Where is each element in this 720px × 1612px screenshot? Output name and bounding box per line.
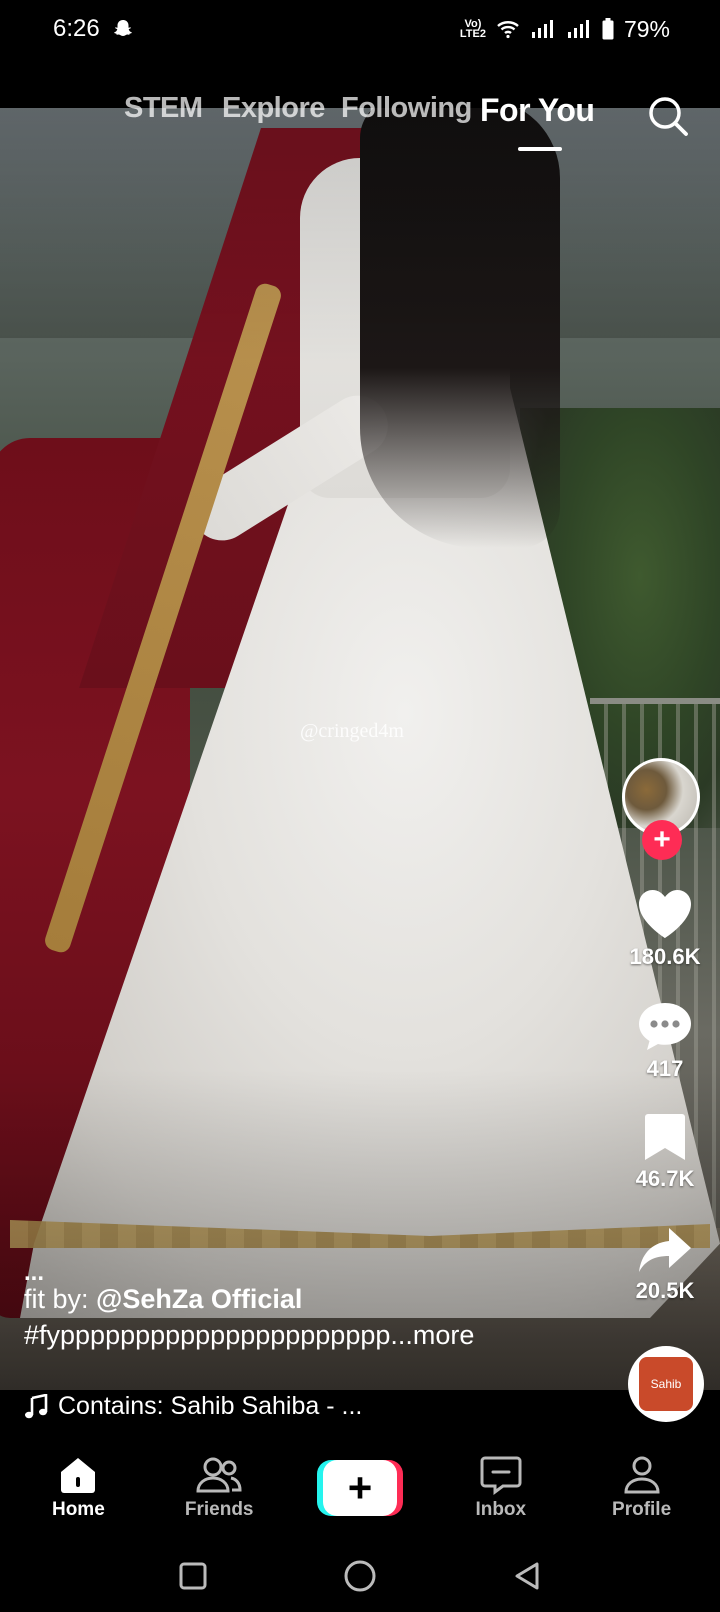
battery-icon [602,18,614,40]
search-icon[interactable] [646,94,690,138]
home-circle-icon[interactable] [343,1559,377,1593]
bookmark-icon [645,1114,685,1160]
tab-following[interactable]: Following [341,92,472,125]
nav-inbox[interactable]: Inbox [441,1455,561,1521]
tab-for-you[interactable]: For You [480,92,595,129]
status-bar: 6:26 Vo) LTE2 79% [0,0,720,58]
nav-create[interactable]: + [300,1460,420,1516]
create-button[interactable]: + [316,1460,403,1516]
home-icon [61,1458,96,1493]
follow-button[interactable]: + [642,820,682,860]
wifi-icon [497,21,519,39]
caption-mention[interactable]: @SehZa Official [96,1284,302,1314]
video-overlay-gradient [0,108,720,1390]
share-button[interactable]: 20.5K [620,1226,710,1304]
comment-icon [639,1003,691,1050]
video-watermark: @cringed4m [300,720,404,742]
video-player[interactable]: @cringed4m [0,108,720,1390]
nav-friends[interactable]: Friends [159,1455,279,1521]
share-icon [639,1228,691,1272]
music-disc[interactable]: Sahib [628,1346,704,1422]
system-nav-bar [0,1540,720,1612]
nav-home[interactable]: Home [18,1455,138,1521]
tab-stem[interactable]: STEM [124,92,203,125]
share-count: 20.5K [635,1278,695,1303]
active-tab-indicator [518,147,562,151]
plus-icon: + [653,823,671,856]
status-left: 6:26 [53,15,134,43]
music-note-icon [25,1393,48,1418]
volte-icon: Vo) LTE2 [459,18,486,40]
status-right: Vo) LTE2 79% [460,16,670,43]
like-count: 180.6K [629,944,701,969]
status-time: 6:26 [53,15,100,42]
nav-profile-label: Profile [612,1499,672,1520]
friends-icon [196,1457,242,1493]
nav-profile[interactable]: Profile [582,1455,702,1521]
caption: ... fit by: @SehZa Official #fyppppppppp… [24,1261,604,1353]
inbox-icon [480,1456,522,1495]
signal-icon [531,20,553,38]
music-info[interactable]: Contains: Sahib Sahiba - ... [24,1392,614,1421]
nav-inbox-label: Inbox [475,1499,527,1520]
bottom-nav: Home Friends + Inbox Profile [0,1436,720,1540]
like-button[interactable]: 180.6K [620,888,710,970]
music-cover: Sahib [639,1357,693,1411]
profile-icon [624,1456,660,1494]
plus-icon: + [322,1460,397,1516]
comment-count: 417 [646,1056,684,1081]
top-tabs: STEM Explore Following For You [0,92,720,162]
caption-text: fit by: @SehZa Official [24,1281,604,1317]
battery-percent: 79% [623,15,670,42]
recents-icon[interactable] [178,1561,208,1591]
save-button[interactable]: 46.7K [620,1112,710,1192]
heart-icon [639,890,691,938]
signal-icon [567,20,589,38]
snapchat-icon [113,20,132,36]
save-count: 46.7K [635,1166,695,1191]
caption-prefix: fit by: [24,1284,97,1314]
comment-button[interactable]: 417 [620,1000,710,1082]
caption-more-dots[interactable]: ... [24,1261,604,1285]
tab-explore[interactable]: Explore [222,92,325,125]
nav-home-label: Home [51,1499,105,1520]
caption-hashtags[interactable]: #fypppppppppppppppppppppp...more [24,1317,604,1353]
music-title: Contains: Sahib Sahiba - ... [58,1392,363,1420]
nav-friends-label: Friends [184,1499,254,1520]
music-cover-label: Sahib [650,1377,682,1391]
back-icon[interactable] [512,1561,542,1591]
